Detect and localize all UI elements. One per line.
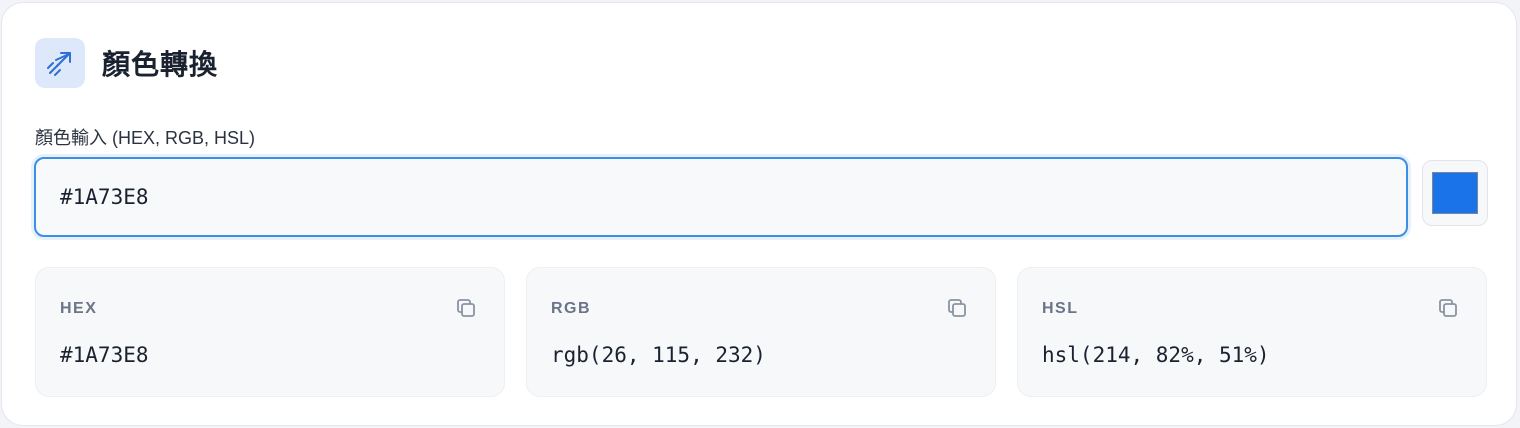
rgb-label: RGB [551, 300, 592, 317]
rgb-output-card: RGB rgb(26, 115, 232) [526, 267, 996, 397]
copy-rgb-button[interactable] [945, 296, 969, 320]
copy-icon [948, 299, 966, 317]
copy-hsl-button[interactable] [1436, 296, 1460, 320]
color-converter-card: 顏色轉換 顏色輸入 (HEX, RGB, HSL) HEX #1A73E8 RG… [1, 2, 1517, 426]
color-input[interactable] [34, 157, 1408, 237]
diagonal-arrow-icon [47, 52, 71, 76]
card-header: 顏色轉換 [35, 37, 218, 89]
color-input-label: 顏色輸入 (HEX, RGB, HSL) [35, 128, 256, 148]
color-picker-button[interactable] [1422, 160, 1488, 226]
hex-value: #1A73E8 [60, 343, 149, 367]
hex-output-card: HEX #1A73E8 [35, 267, 505, 397]
header-icon-badge [35, 38, 85, 88]
hsl-label: HSL [1042, 300, 1079, 317]
copy-hex-button[interactable] [454, 296, 478, 320]
hsl-value: hsl(214, 82%, 51%) [1042, 343, 1270, 367]
copy-icon [1439, 299, 1457, 317]
copy-icon [457, 299, 475, 317]
hsl-output-card: HSL hsl(214, 82%, 51%) [1017, 267, 1487, 397]
color-swatch [1432, 172, 1478, 214]
page-title: 顏色轉換 [102, 49, 219, 80]
rgb-value: rgb(26, 115, 232) [551, 343, 766, 367]
hex-label: HEX [60, 300, 98, 317]
